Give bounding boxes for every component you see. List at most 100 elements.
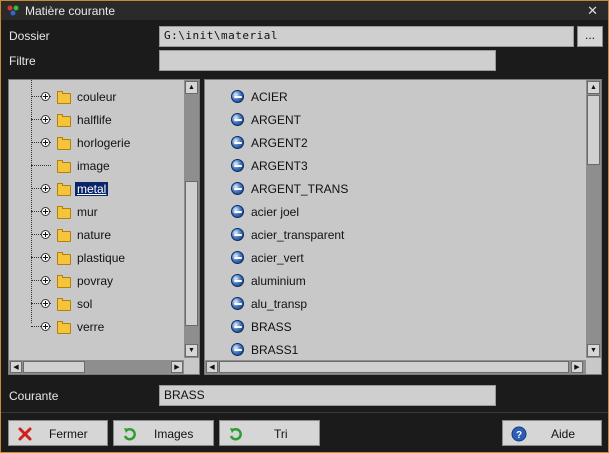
tree-item[interactable]: plastique	[9, 249, 183, 269]
folder-tree-panel: couleur halflife horlogerie image metal mur na…	[8, 79, 200, 375]
material-item-label: ARGENT	[251, 113, 302, 127]
expand-plus-icon[interactable]	[41, 184, 50, 193]
material-sphere-icon	[231, 343, 244, 356]
material-list: ACIER ARGENT ARGENT2 ARGENT3 ARGENT_TRANSaci…	[205, 80, 585, 357]
tree-item-label: plastique	[77, 251, 126, 265]
tree-vscroll-thumb[interactable]	[185, 181, 198, 326]
expand-plus-icon[interactable]	[41, 276, 50, 285]
material-vscroll-thumb[interactable]	[587, 95, 600, 165]
expand-plus-icon[interactable]	[41, 138, 50, 147]
tri-label: Tri	[274, 427, 288, 441]
refresh-arrow-icon	[229, 428, 242, 441]
tree-item[interactable]: couleur	[9, 88, 183, 108]
close-x-icon	[18, 427, 32, 441]
filtre-input[interactable]	[159, 50, 496, 71]
material-sphere-icon	[231, 228, 244, 241]
tree-scroll-left-button[interactable]: ◀	[10, 361, 22, 373]
material-hscrollbar[interactable]: ◀ ▶	[205, 360, 586, 374]
material-sphere-icon	[231, 205, 244, 218]
tree-item[interactable]: sol	[9, 295, 183, 315]
tree-item[interactable]: mur	[9, 203, 183, 223]
folder-icon	[57, 298, 71, 311]
material-scroll-left-button[interactable]: ◀	[206, 361, 218, 373]
tree-item[interactable]: nature	[9, 226, 183, 246]
tree-item-label: verre	[77, 320, 105, 334]
material-app-icon	[7, 5, 19, 16]
tree-item-label: nature	[77, 228, 112, 242]
filtre-label: Filtre	[9, 54, 36, 68]
material-scroll-up-button[interactable]: ▲	[587, 81, 600, 94]
fermer-button[interactable]: Fermer	[8, 420, 108, 446]
material-item-label: acier_transparent	[251, 228, 345, 242]
expand-plus-icon[interactable]	[41, 322, 50, 331]
folder-icon	[57, 160, 71, 173]
expand-plus-icon[interactable]	[41, 207, 50, 216]
material-list-item[interactable]: acier_transparent	[205, 225, 585, 247]
material-list-item[interactable]: ARGENT	[205, 110, 585, 132]
courante-label: Courante	[9, 389, 59, 403]
material-item-label: BRASS	[251, 320, 292, 334]
tree-scroll-down-button[interactable]: ▼	[185, 344, 198, 357]
material-sphere-icon	[231, 136, 244, 149]
material-list-item[interactable]: ARGENT_TRANS	[205, 179, 585, 201]
browse-button[interactable]: ...	[577, 26, 603, 47]
tree-item[interactable]: horlogerie	[9, 134, 183, 154]
folder-icon	[57, 275, 71, 288]
fermer-label: Fermer	[49, 427, 88, 441]
tree-item-label: couleur	[77, 90, 117, 104]
tree-item[interactable]: metal	[9, 180, 183, 200]
refresh-arrow-icon	[123, 428, 136, 441]
material-list-panel: ACIER ARGENT ARGENT2 ARGENT3 ARGENT_TRANSaci…	[204, 79, 602, 375]
material-sphere-icon	[231, 90, 244, 103]
material-sphere-icon	[231, 320, 244, 333]
material-vscrollbar[interactable]: ▲ ▼	[586, 80, 601, 358]
material-item-label: aluminium	[251, 274, 306, 288]
folder-icon	[57, 229, 71, 242]
window-title: Matière courante	[25, 4, 116, 18]
expand-plus-icon[interactable]	[41, 253, 50, 262]
tree-item-label: mur	[77, 205, 98, 219]
tree-item[interactable]: verre	[9, 318, 183, 338]
tree-item[interactable]: image	[9, 157, 183, 177]
dossier-path-field[interactable]: G:\init\material	[159, 26, 574, 47]
tree-item[interactable]: povray	[9, 272, 183, 292]
expand-plus-icon[interactable]	[41, 115, 50, 124]
courante-field[interactable]: BRASS	[159, 385, 496, 406]
images-button[interactable]: Images	[113, 420, 214, 446]
expand-plus-icon[interactable]	[41, 299, 50, 308]
tree-hscrollbar[interactable]: ◀ ▶	[9, 360, 184, 374]
material-list-item[interactable]: ARGENT2	[205, 133, 585, 155]
material-item-label: acier joel	[251, 205, 300, 219]
tree-item[interactable]: halflife	[9, 111, 183, 131]
tree-vscrollbar[interactable]: ▲ ▼	[184, 80, 199, 358]
material-list-item[interactable]: ACIER	[205, 87, 585, 109]
material-sphere-icon	[231, 251, 244, 264]
material-scroll-right-button[interactable]: ▶	[571, 361, 583, 373]
aide-button[interactable]: ? Aide	[502, 420, 602, 446]
folder-icon	[57, 183, 71, 196]
material-list-item[interactable]: alu_transp	[205, 294, 585, 316]
material-sphere-icon	[231, 182, 244, 195]
expand-plus-icon[interactable]	[41, 92, 50, 101]
tree-scroll-up-button[interactable]: ▲	[185, 81, 198, 94]
title-bar[interactable]: Matière courante ✕	[1, 1, 608, 20]
material-list-item[interactable]: acier_vert	[205, 248, 585, 270]
help-icon: ?	[511, 426, 527, 442]
material-hscroll-thumb[interactable]	[219, 361, 569, 373]
material-list-item[interactable]: BRASS1	[205, 340, 585, 362]
material-list-item[interactable]: ARGENT3	[205, 156, 585, 178]
material-list-item[interactable]: acier joel	[205, 202, 585, 224]
images-label: Images	[154, 427, 194, 441]
folder-tree: couleur halflife horlogerie image metal mur na…	[9, 80, 183, 356]
expand-plus-icon[interactable]	[41, 230, 50, 239]
material-scroll-down-button[interactable]: ▼	[587, 344, 600, 357]
material-item-label: acier_vert	[251, 251, 304, 265]
aide-label: Aide	[551, 427, 576, 441]
tri-button[interactable]: Tri	[219, 420, 320, 446]
tree-hscroll-thumb[interactable]	[23, 361, 85, 373]
material-list-item[interactable]: aluminium	[205, 271, 585, 293]
tree-scroll-right-button[interactable]: ▶	[171, 361, 183, 373]
close-icon[interactable]: ✕	[587, 3, 598, 19]
material-list-item[interactable]: BRASS	[205, 317, 585, 339]
tree-item-label: metal	[75, 182, 109, 196]
